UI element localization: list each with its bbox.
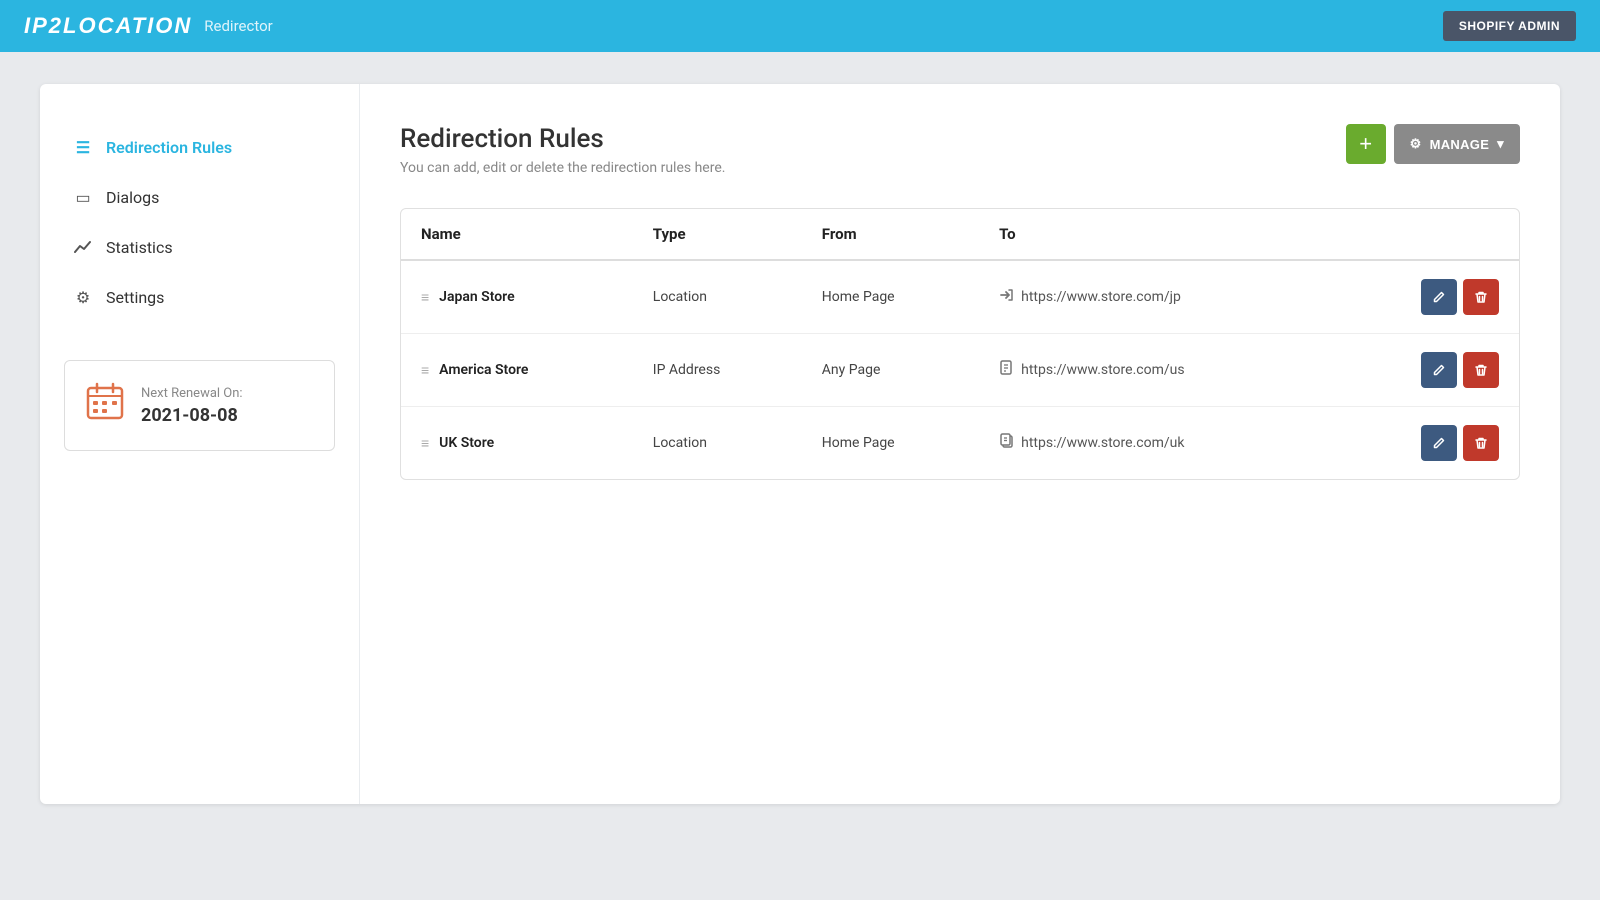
- page-title: Redirection Rules: [400, 124, 725, 154]
- to-url: https://www.store.com/uk: [1021, 435, 1184, 451]
- cell-name: ≡ America Store: [401, 334, 633, 407]
- drag-handle-icon[interactable]: ≡: [421, 435, 429, 452]
- table-header-row: Name Type From To: [401, 209, 1519, 260]
- calendar-icon: [85, 381, 125, 430]
- manage-button[interactable]: ⚙ MANAGE ▾: [1394, 124, 1520, 164]
- statistics-icon: [72, 236, 94, 258]
- table-row: ≡ America Store IP Address Any Page http…: [401, 334, 1519, 407]
- cell-type: Location: [633, 260, 802, 334]
- to-icon: [999, 360, 1015, 380]
- page-title-group: Redirection Rules You can add, edit or d…: [400, 124, 725, 176]
- add-rule-button[interactable]: +: [1346, 124, 1386, 164]
- cell-name: ≡ Japan Store: [401, 260, 633, 334]
- renewal-card: Next Renewal On: 2021-08-08: [64, 360, 335, 451]
- renewal-date: 2021-08-08: [141, 405, 243, 426]
- renewal-info: Next Renewal On: 2021-08-08: [141, 386, 243, 426]
- rules-table: Name Type From To ≡ Japan Store Location…: [401, 209, 1519, 479]
- col-name: Name: [401, 209, 633, 260]
- cell-from: Home Page: [802, 407, 979, 480]
- sidebar-item-dialogs[interactable]: ▭ Dialogs: [64, 174, 335, 220]
- drag-handle-icon[interactable]: ≡: [421, 362, 429, 379]
- page-header: Redirection Rules You can add, edit or d…: [400, 124, 1520, 176]
- logo: IP2LOCATION: [24, 13, 192, 39]
- sidebar-item-label: Redirection Rules: [106, 138, 232, 157]
- col-type: Type: [633, 209, 802, 260]
- row-name-text: UK Store: [439, 435, 494, 451]
- renewal-label: Next Renewal On:: [141, 386, 243, 401]
- sidebar-item-statistics[interactable]: Statistics: [64, 224, 335, 270]
- cell-from: Any Page: [802, 334, 979, 407]
- edit-button[interactable]: [1421, 352, 1457, 388]
- col-to: To: [979, 209, 1333, 260]
- delete-button[interactable]: [1463, 279, 1499, 315]
- shopify-admin-button[interactable]: SHOPIFY ADMIN: [1443, 11, 1576, 41]
- gear-icon: ⚙: [1410, 136, 1422, 152]
- content-card: ☰ Redirection Rules ▭ Dialogs Statistics: [40, 84, 1560, 804]
- settings-icon: ⚙: [72, 286, 94, 308]
- to-url: https://www.store.com/us: [1021, 362, 1184, 378]
- sidebar-item-label: Dialogs: [106, 188, 159, 207]
- sidebar: ☰ Redirection Rules ▭ Dialogs Statistics: [40, 84, 360, 804]
- to-icon: [999, 433, 1015, 453]
- brand: IP2LOCATION Redirector: [24, 13, 273, 39]
- cell-actions: [1334, 260, 1520, 334]
- col-actions: [1334, 209, 1520, 260]
- table-header: Name Type From To: [401, 209, 1519, 260]
- cell-to: https://www.store.com/us: [979, 334, 1333, 407]
- chevron-down-icon: ▾: [1497, 136, 1504, 152]
- app-name: Redirector: [204, 17, 272, 35]
- row-name-text: Japan Store: [439, 289, 514, 305]
- page-subtitle: You can add, edit or delete the redirect…: [400, 160, 725, 176]
- sidebar-item-label: Statistics: [106, 238, 173, 257]
- main-content: Redirection Rules You can add, edit or d…: [360, 84, 1560, 804]
- to-icon: [999, 287, 1015, 307]
- list-icon: ☰: [72, 136, 94, 158]
- delete-button[interactable]: [1463, 425, 1499, 461]
- header-actions: + ⚙ MANAGE ▾: [1346, 124, 1520, 164]
- col-from: From: [802, 209, 979, 260]
- edit-button[interactable]: [1421, 425, 1457, 461]
- table-row: ≡ UK Store Location Home Page https://ww…: [401, 407, 1519, 480]
- sidebar-item-redirection-rules[interactable]: ☰ Redirection Rules: [64, 124, 335, 170]
- sidebar-item-label: Settings: [106, 288, 164, 307]
- cell-actions: [1334, 334, 1520, 407]
- drag-handle-icon[interactable]: ≡: [421, 289, 429, 306]
- dialog-icon: ▭: [72, 186, 94, 208]
- app-header: IP2LOCATION Redirector SHOPIFY ADMIN: [0, 0, 1600, 52]
- cell-to: https://www.store.com/uk: [979, 407, 1333, 480]
- edit-button[interactable]: [1421, 279, 1457, 315]
- row-name-text: America Store: [439, 362, 528, 378]
- cell-type: Location: [633, 407, 802, 480]
- cell-actions: [1334, 407, 1520, 480]
- delete-button[interactable]: [1463, 352, 1499, 388]
- table-body: ≡ Japan Store Location Home Page https:/…: [401, 260, 1519, 479]
- to-url: https://www.store.com/jp: [1021, 289, 1181, 305]
- sidebar-nav: ☰ Redirection Rules ▭ Dialogs Statistics: [64, 124, 335, 320]
- cell-type: IP Address: [633, 334, 802, 407]
- cell-to: https://www.store.com/jp: [979, 260, 1333, 334]
- cell-name: ≡ UK Store: [401, 407, 633, 480]
- rules-table-wrapper: Name Type From To ≡ Japan Store Location…: [400, 208, 1520, 480]
- cell-from: Home Page: [802, 260, 979, 334]
- main-container: ☰ Redirection Rules ▭ Dialogs Statistics: [0, 52, 1600, 836]
- manage-label: MANAGE: [1430, 137, 1490, 152]
- table-row: ≡ Japan Store Location Home Page https:/…: [401, 260, 1519, 334]
- sidebar-item-settings[interactable]: ⚙ Settings: [64, 274, 335, 320]
